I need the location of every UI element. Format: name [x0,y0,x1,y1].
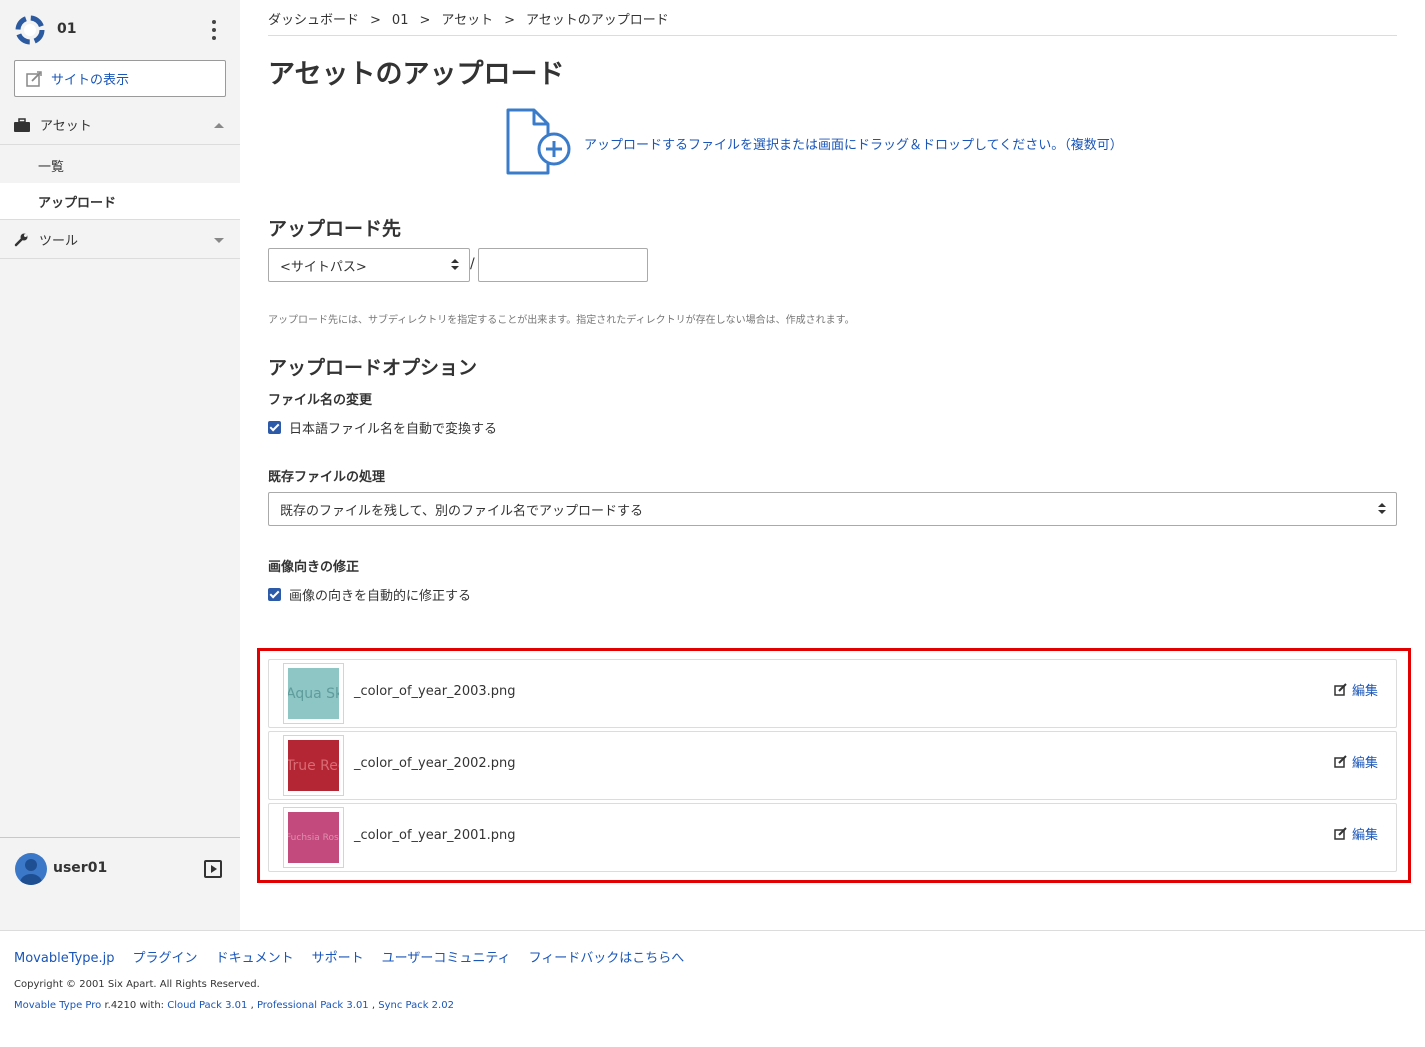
edit-icon [1334,827,1347,840]
destination-path-input[interactable] [478,248,648,282]
orientation-checkbox[interactable] [268,588,281,601]
user-avatar[interactable] [15,853,47,885]
footer-link-documents[interactable]: ドキュメント [216,951,294,966]
thumbnail-swatch: Fuchsia Rose [288,812,339,863]
uploaded-file-row: Fuchsia Rose _color_of_year_2001.png 編集 [268,803,1397,872]
sidebar-group-tools[interactable]: ツール [0,219,240,259]
site-path-value: <サイトパス> [280,259,367,275]
sidebar-group-assets[interactable]: アセット [0,105,240,145]
file-thumbnail[interactable]: Fuchsia Rose [283,807,344,868]
rename-label: ファイル名の変更 [268,393,373,408]
thumbnail-swatch: Aqua Sky [288,668,339,719]
username[interactable]: user01 [53,860,107,876]
file-name: _color_of_year_2003.png [354,684,516,699]
orientation-checkbox-label: 画像の向きを自動的に修正する [289,589,472,604]
version-text: r.4210 with: [101,1000,168,1011]
pack-link-cloud[interactable]: Cloud Pack 3.01 [167,1000,247,1011]
footer-links: MovableType.jp プラグイン ドキュメント サポート ユーザーコミュニティ フ… [14,947,702,966]
pack-separator: , [368,1000,379,1011]
existing-file-value: 既存のファイルを残して、別のファイル名でアップロードする [280,503,643,519]
file-drop-zone[interactable]: アップロードするファイルを選択または画面にドラッグ＆ドロップしてください。（複数… [504,107,1123,179]
rename-checkbox[interactable] [268,421,281,434]
thumbnail-text: Fuchsia Rose [288,833,339,843]
file-add-icon [506,108,571,175]
sidebar-assets-label: アセット [40,119,92,134]
file-name: _color_of_year_2002.png [354,756,516,771]
thumbnail-text: True Red [288,758,339,774]
briefcase-icon [14,117,30,132]
thumbnail-text: Aqua Sky [288,686,339,702]
expand-caret-icon [214,238,224,243]
breadcrumb-divider [268,35,1397,36]
footer-link-movabletype[interactable]: MovableType.jp [14,951,115,966]
select-arrows-icon [451,259,459,271]
edit-file-link[interactable]: 編集 [1334,752,1378,771]
file-name: _color_of_year_2001.png [354,828,516,843]
drop-zone-text: アップロードするファイルを選択または画面にドラッグ＆ドロップしてください。（複数… [584,137,1123,153]
footer-link-feedback[interactable]: フィードバックはこちらへ [529,951,685,966]
select-arrows-icon [1378,503,1386,515]
existing-file-select[interactable]: 既存のファイルを残して、別のファイル名でアップロードする [268,492,1397,526]
uploaded-file-row: True Red _color_of_year_2002.png 編集 [268,731,1397,800]
site-name[interactable]: 01 [57,21,76,37]
site-path-select[interactable]: <サイトパス> [268,248,470,282]
edit-label: 編集 [1351,684,1378,699]
edit-file-link[interactable]: 編集 [1334,680,1378,699]
rename-checkbox-row[interactable]: 日本語ファイル名を自動で変換する [268,418,497,437]
product-link[interactable]: Movable Type Pro [14,1000,101,1011]
sidebar: 01 サイトの表示 アセット 一覧 アップロード ツール user01 [0,0,240,930]
breadcrumb-separator: > [504,13,516,28]
thumbnail-swatch: True Red [288,740,339,791]
footer-link-community[interactable]: ユーザーコミュニティ [382,951,511,966]
pack-link-professional[interactable]: Professional Pack 3.01 [257,1000,369,1011]
destination-title: アップロード先 [268,218,402,240]
file-thumbnail[interactable]: True Red [283,735,344,796]
breadcrumb-dashboard[interactable]: ダッシュボード [268,13,359,28]
edit-icon [1334,683,1347,696]
wrench-icon [14,233,28,246]
view-site-label: サイトの表示 [51,73,130,88]
user-silhouette-icon [20,859,42,885]
destination-help-text: アップロード先には、サブディレクトリを指定することが出来ます。指定されたディレク… [268,315,855,326]
edit-label: 編集 [1351,756,1378,771]
uploaded-file-row: Aqua Sky _color_of_year_2003.png 編集 [268,659,1397,728]
rename-checkbox-label: 日本語ファイル名を自動で変換する [289,422,498,437]
footer-link-plugins[interactable]: プラグイン [133,951,198,966]
pack-link-sync[interactable]: Sync Pack 2.02 [378,1000,454,1011]
path-separator: / [470,256,475,272]
file-thumbnail[interactable]: Aqua Sky [283,663,344,724]
sidebar-header: 01 [0,0,240,60]
more-options-icon[interactable] [205,18,223,42]
version-info: Movable Type Pro r.4210 with: Cloud Pack… [14,1000,454,1011]
copyright: Copyright © 2001 Six Apart. All Rights R… [14,979,260,990]
breadcrumb-separator: > [370,13,381,28]
view-site-button[interactable]: サイトの表示 [14,60,226,97]
user-panel: user01 [0,837,240,930]
breadcrumb-assets[interactable]: アセット [441,13,493,28]
expand-panel-icon[interactable] [204,860,222,878]
collapse-caret-icon [214,123,224,128]
orientation-label: 画像向きの修正 [268,560,360,575]
edit-icon [1334,755,1347,768]
pack-separator: , [247,1000,257,1011]
edit-file-link[interactable]: 編集 [1334,824,1378,843]
breadcrumb-separator: > [419,13,431,28]
sidebar-item-asset-list[interactable]: 一覧 [0,147,240,183]
breadcrumb-site[interactable]: 01 [392,13,409,28]
footer-link-support[interactable]: サポート [312,951,364,966]
upload-options-title: アップロードオプション [268,357,478,379]
sidebar-tools-label: ツール [39,233,79,249]
external-edit-icon [26,70,42,87]
edit-label: 編集 [1351,828,1378,843]
footer: MovableType.jp プラグイン ドキュメント サポート ユーザーコミュニティ フ… [0,930,1425,1047]
breadcrumb-current: アセットのアップロード [526,13,669,28]
page-title: アセットのアップロード [268,59,565,90]
existing-file-label: 既存ファイルの処理 [268,470,386,485]
movable-type-logo[interactable] [14,14,46,46]
orientation-checkbox-row[interactable]: 画像の向きを自動的に修正する [268,585,471,604]
sidebar-item-asset-upload[interactable]: アップロード [0,183,240,219]
breadcrumb: ダッシュボード >01 > アセット > アセットのアップロード [268,9,669,28]
